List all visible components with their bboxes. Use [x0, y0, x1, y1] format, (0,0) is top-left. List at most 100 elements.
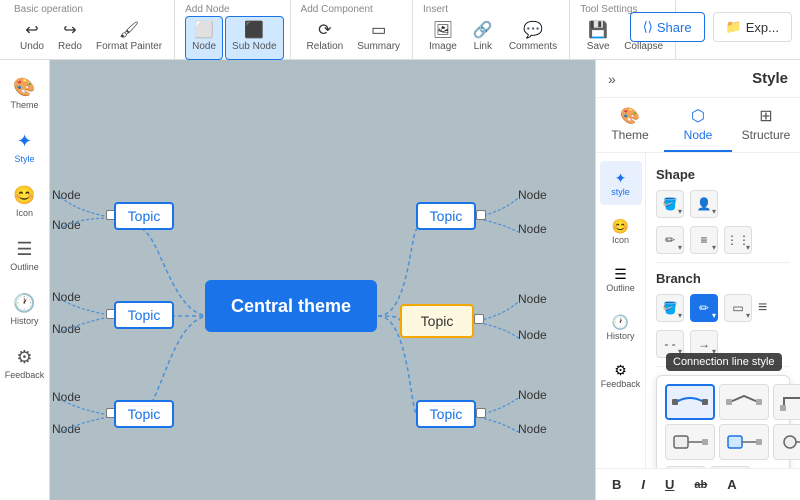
- shape-section-title: Shape: [656, 167, 790, 182]
- structure-tab-label: Structure: [742, 128, 791, 142]
- panel-title: Style: [752, 70, 788, 87]
- sidebar-item-feedback[interactable]: ⚙ Feedback: [5, 338, 45, 388]
- tab-structure[interactable]: ⊞ Structure: [732, 98, 800, 152]
- branch-rect-btn[interactable]: ▭ ▾: [724, 294, 752, 322]
- branch-color-btn[interactable]: ✏ ▾: [690, 294, 718, 322]
- explore-icon: 📁: [726, 19, 742, 35]
- connection-popup-container: Connection line style: [656, 375, 790, 468]
- sub-nav-outline[interactable]: ☰ Outline: [600, 257, 642, 301]
- divider-1: [656, 262, 790, 263]
- node-label-6: Node: [52, 422, 81, 436]
- explore-button[interactable]: 📁 Exp...: [713, 12, 792, 42]
- sidebar-item-icon[interactable]: 😊 Icon: [5, 176, 45, 226]
- person-icon-btn[interactable]: 👤 ▾: [690, 190, 718, 218]
- format-painter-button[interactable]: 🖌 Format Painter: [90, 16, 168, 60]
- fill-color-btn[interactable]: 🪣 ▾: [656, 190, 684, 218]
- bold-button[interactable]: B: [606, 475, 627, 494]
- fill-icon: 🪣: [663, 197, 678, 211]
- sidebar-item-style[interactable]: ✦ Style: [5, 122, 45, 172]
- panel-bottom-bar: B I U ab A: [596, 468, 800, 500]
- theme-tab-label: Theme: [611, 128, 648, 142]
- node-label-4: Node: [52, 322, 81, 336]
- align-right-btn[interactable]: ⋮⋮ ▾: [724, 226, 752, 254]
- strikethrough-button[interactable]: ab: [688, 477, 713, 493]
- branch-fill-arrow: ▾: [678, 311, 682, 320]
- save-button[interactable]: 💾 Save: [580, 16, 616, 60]
- topic-node-mid-right[interactable]: Topic: [400, 304, 474, 338]
- summary-button[interactable]: ▭ Summary: [351, 16, 406, 60]
- align-right-dropdown-arrow: ▾: [746, 243, 750, 252]
- italic-button[interactable]: I: [635, 475, 651, 494]
- tab-node[interactable]: ⬡ Node: [664, 98, 732, 152]
- pen-dropdown-arrow: ▾: [678, 243, 682, 252]
- pen-btn[interactable]: ✏ ▾: [656, 226, 684, 254]
- outline-sub-label: Outline: [606, 283, 635, 293]
- share-button[interactable]: ⟨⟩ Share: [630, 12, 705, 42]
- branch-color-icon: ✏: [699, 301, 709, 315]
- node-label-12: Node: [518, 422, 547, 436]
- topic-mid-right-label: Topic: [421, 313, 454, 329]
- sub-nav-history[interactable]: 🕐 History: [600, 305, 642, 349]
- sub-node-button[interactable]: ⬛ Sub Node: [225, 16, 283, 60]
- feedback-sub-icon: ⚙: [614, 362, 627, 379]
- branch-fill-btn[interactable]: 🪣 ▾: [656, 294, 684, 322]
- branch-section-title: Branch: [656, 271, 790, 286]
- sidebar-item-theme[interactable]: 🎨 Theme: [5, 68, 45, 118]
- redo-button[interactable]: ↪ Redo: [52, 16, 88, 60]
- relation-button[interactable]: ⟳ Relation: [301, 16, 350, 60]
- conn-btn-1[interactable]: [665, 384, 715, 420]
- tab-theme[interactable]: 🎨 Theme: [596, 98, 664, 152]
- sub-nav-feedback[interactable]: ⚙ Feedback: [600, 353, 642, 397]
- link-button[interactable]: 🔗 Link: [465, 16, 501, 60]
- node-label-11: Node: [518, 388, 547, 402]
- expand-icon[interactable]: »: [608, 71, 616, 87]
- toolbar: Basic operation ↩ Undo ↪ Redo 🖌 Format P…: [0, 0, 800, 60]
- align-left-btn[interactable]: ≡ ▾: [690, 226, 718, 254]
- format-painter-icon: 🖌: [119, 23, 139, 39]
- node-label-3: Node: [52, 290, 81, 304]
- sidebar-item-outline[interactable]: ☰ Outline: [5, 230, 45, 280]
- theme-icon: 🎨: [13, 77, 35, 98]
- feedback-sub-label: Feedback: [601, 379, 641, 389]
- add-node-section: Add Node ⬜ Node ⬛ Sub Node: [179, 0, 290, 60]
- style-icon: ✦: [17, 131, 32, 152]
- sub-nav-style[interactable]: ✦ style: [600, 161, 642, 205]
- topic-mid-left-label: Topic: [128, 307, 161, 323]
- icon-icon: 😊: [13, 185, 35, 206]
- conn-btn-7[interactable]: [665, 466, 706, 468]
- topic-node-top-right[interactable]: Topic: [416, 202, 476, 230]
- sub-nav-icon[interactable]: 😊 Icon: [600, 209, 642, 253]
- topic-bot-left-label: Topic: [128, 406, 161, 422]
- node-label-2: Node: [52, 218, 81, 232]
- conn-btn-2[interactable]: [719, 384, 769, 420]
- underline-button[interactable]: U: [659, 475, 680, 494]
- image-button[interactable]: 🖼 Image: [423, 16, 463, 60]
- node-label-5: Node: [52, 390, 81, 404]
- branch-more-btn[interactable]: ≡: [758, 299, 767, 317]
- branch-arrow-icon: →: [698, 337, 710, 351]
- node-tab-icon: ⬡: [668, 106, 728, 126]
- branch-fill-icon: 🪣: [663, 301, 678, 315]
- node-icon: ⬜: [194, 23, 214, 39]
- theme-tab-icon: 🎨: [600, 106, 660, 126]
- topic-node-bot-left[interactable]: Topic: [114, 400, 174, 428]
- conn-btn-8[interactable]: [710, 466, 751, 468]
- font-button[interactable]: A: [721, 475, 742, 494]
- topic-node-mid-left[interactable]: Topic: [114, 301, 174, 329]
- central-theme-node[interactable]: Central theme: [205, 280, 377, 332]
- topic-node-bot-right[interactable]: Topic: [416, 400, 476, 428]
- undo-button[interactable]: ↩ Undo: [14, 16, 50, 60]
- conn-btn-5[interactable]: [719, 424, 769, 460]
- conn-btn-4[interactable]: [665, 424, 715, 460]
- central-theme-text: Central theme: [231, 296, 351, 317]
- conn-btn-6[interactable]: [773, 424, 800, 460]
- conn-btn-3[interactable]: [773, 384, 800, 420]
- save-icon: 💾: [588, 23, 608, 39]
- comments-button[interactable]: 💬 Comments: [503, 16, 563, 60]
- relation-icon: ⟳: [318, 23, 331, 39]
- node-button[interactable]: ⬜ Node: [185, 16, 223, 60]
- sidebar-item-history[interactable]: 🕐 History: [5, 284, 45, 334]
- pen-icon: ✏: [665, 233, 675, 247]
- mind-map-canvas[interactable]: Central theme Topic Topic Topic Topic To…: [50, 60, 600, 500]
- topic-node-top-left[interactable]: Topic: [114, 202, 174, 230]
